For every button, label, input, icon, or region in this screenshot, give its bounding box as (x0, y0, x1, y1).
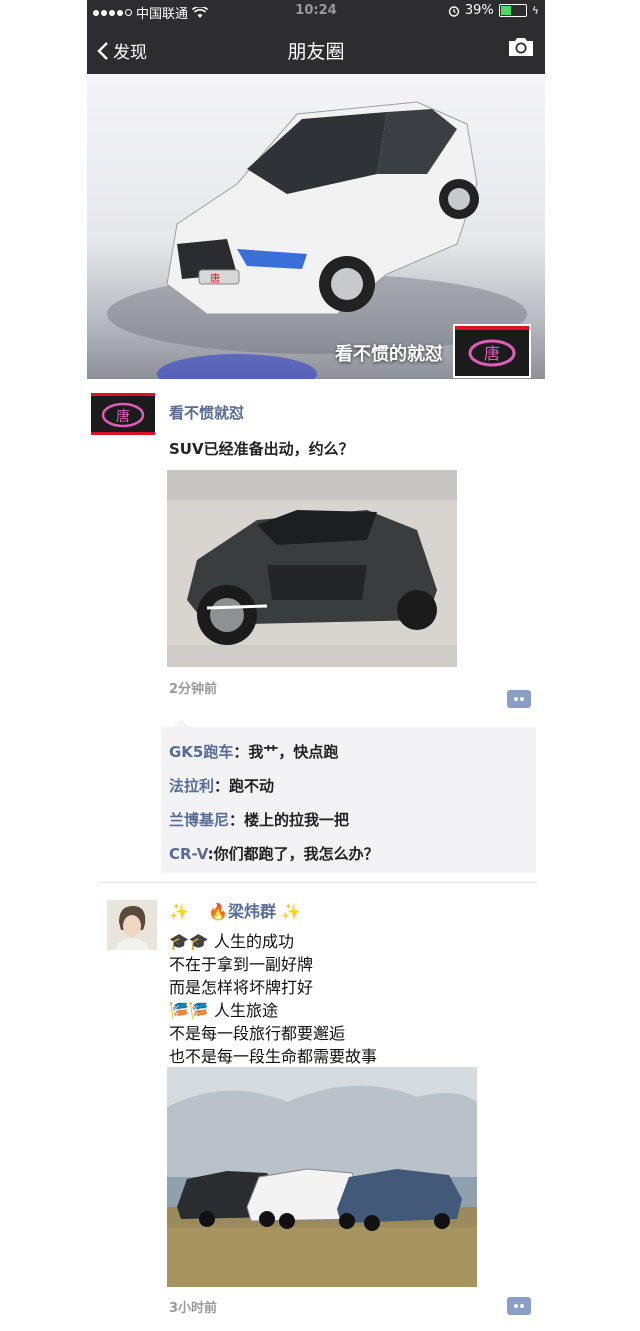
post-text-line: 🎏🎏 人生旅途 (169, 999, 278, 1022)
post-image[interactable] (167, 470, 457, 667)
post-time: 3小时前 (169, 1301, 218, 1316)
post-text: SUV已经准备出动，约么？ (169, 440, 354, 458)
cover-photo[interactable]: 唐 看不惯的就怼 唐 (87, 74, 545, 379)
post-user-name[interactable]: 梁炜群 (228, 902, 276, 921)
tang-logo-icon: 唐 (91, 393, 155, 435)
alarm-icon (448, 5, 460, 17)
charging-icon: ϟ (531, 4, 539, 17)
comment-author[interactable]: CR-V (169, 845, 208, 863)
post-user-line: ✨ 🔥梁炜群 ✨ (169, 900, 301, 923)
cover-avatar[interactable]: 唐 (453, 324, 531, 378)
text-line: 不是每一段旅行都要邂逅 (169, 1024, 346, 1043)
svg-text:唐: 唐 (116, 408, 130, 425)
svg-text:唐: 唐 (210, 272, 220, 285)
graduation-cap-icon: 🎓 (169, 932, 189, 951)
status-bar: 中国联通 10:24 39% ϟ (87, 0, 545, 22)
comment-author[interactable]: GK5跑车 (169, 743, 233, 761)
comment-sep: ： (229, 811, 245, 829)
text-line: 而是怎样将坏牌打好 (169, 978, 314, 997)
text-line: 人生旅途 (213, 1001, 278, 1020)
phone-screen: 中国联通 10:24 39% ϟ 发现 朋友圈 唐 看不惯的就怼 唐 唐 看不惯… (87, 0, 545, 1331)
battery-percent: 39% (464, 3, 494, 18)
battery-icon (498, 4, 527, 17)
three-suvs-image (167, 1067, 477, 1287)
avatar[interactable] (107, 900, 157, 950)
page-title: 朋友圈 (287, 41, 345, 63)
cover-user-name: 看不惯的就怼 (335, 344, 443, 365)
sparkle-icon: ✨ (281, 902, 301, 921)
tang-logo-icon: 唐 (455, 326, 529, 376)
comment-row[interactable]: 兰博基尼：楼上的拉我一把 (169, 809, 349, 830)
camera-icon (509, 38, 533, 56)
comment-button[interactable] (507, 690, 531, 708)
comments-box: GK5跑车：我艹，快点跑 法拉利：跑不动 兰博基尼：楼上的拉我一把 CR-V:你… (161, 719, 536, 873)
post-image[interactable] (167, 1067, 477, 1287)
nav-bar: 发现 朋友圈 (87, 22, 545, 74)
black-suv-image (167, 470, 457, 667)
comment-row[interactable]: 法拉利：跑不动 (169, 775, 274, 796)
post-text-line: 🎓🎓 人生的成功 (169, 930, 294, 953)
comment-author[interactable]: 法拉利 (169, 777, 214, 795)
comment-sep: ： (233, 743, 249, 761)
comment-row[interactable]: GK5跑车：我艹，快点跑 (169, 741, 338, 762)
comment-sep: ： (214, 777, 230, 795)
text-line: 不在于拿到一副好牌 (169, 955, 314, 974)
comment-text: 你们都跑了，我怎么办？ (213, 845, 379, 863)
carp-streamer-icon: 🎏 (169, 1001, 189, 1020)
graduation-cap-icon: 🎓 (188, 932, 209, 951)
user-photo-icon (107, 900, 157, 950)
post-time: 2分钟前 (169, 682, 218, 697)
svg-text:唐: 唐 (484, 344, 500, 363)
camera-button[interactable] (507, 36, 535, 62)
text-line: 也不是每一段生命都需要故事 (169, 1047, 378, 1066)
fire-icon: 🔥 (208, 902, 228, 921)
sparkle-icon: ✨ (169, 902, 189, 921)
comment-text: 跑不动 (229, 777, 275, 795)
post-user-name[interactable]: 看不惯就怼 (169, 402, 244, 423)
comment-author[interactable]: 兰博基尼 (169, 811, 229, 829)
avatar[interactable]: 唐 (91, 393, 155, 435)
comment-text: 楼上的拉我一把 (244, 811, 350, 829)
comment-text: 我艹，快点跑 (248, 743, 339, 761)
post-divider (99, 882, 537, 883)
comment-row[interactable]: CR-V:你们都跑了，我怎么办？ (169, 843, 379, 864)
comment-button[interactable] (507, 1297, 531, 1315)
carp-streamer-icon: 🎏 (188, 1001, 209, 1020)
text-line: 人生的成功 (213, 932, 294, 951)
